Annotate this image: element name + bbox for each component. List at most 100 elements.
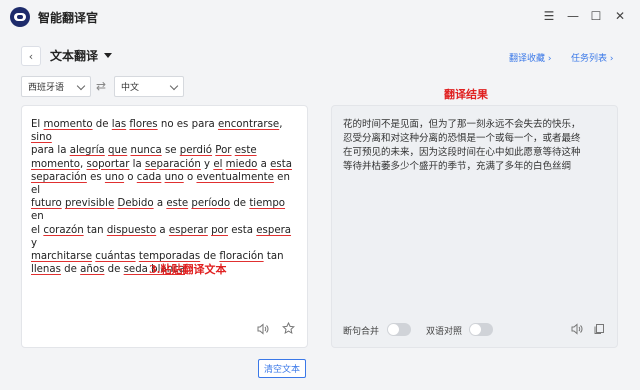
- flagged-word: tiempo: [249, 198, 286, 210]
- result-line: 在可预见的未来，因为这段时间在心中如此愿意等待这种: [343, 147, 581, 158]
- source-text-segment: tan: [263, 251, 284, 263]
- flagged-word: encontrarse: [217, 119, 280, 130]
- copy-icon[interactable]: [592, 322, 606, 336]
- flagged-word: años: [80, 264, 105, 276]
- flagged-word: Debido: [117, 198, 154, 210]
- flagged-word: flores: [129, 119, 158, 130]
- source-text-segment: de: [60, 264, 81, 276]
- flagged-word: esperar: [168, 224, 208, 236]
- flagged-word: previsible: [64, 198, 115, 210]
- source-text-segment: la: [129, 158, 145, 170]
- flagged-word: espera: [256, 224, 292, 236]
- source-line: para la alegría que nunca se perdió Por …: [31, 144, 299, 157]
- flagged-word: cada: [136, 171, 162, 183]
- source-language-value: 西班牙语: [28, 83, 65, 93]
- source-text-segment: no es para: [157, 119, 218, 130]
- source-line: futuro previsible Debido a este período …: [31, 197, 299, 223]
- source-text-segment: se: [161, 145, 180, 157]
- source-text-segment: a: [153, 198, 167, 210]
- source-text-segment: ,: [279, 119, 283, 130]
- source-text-segment: tan: [83, 224, 107, 236]
- source-text-segment: de: [104, 264, 124, 276]
- maximize-icon[interactable]: ☐: [588, 8, 604, 24]
- source-line: el corazón tan dispuesto a esperar por e…: [31, 224, 299, 250]
- target-language-select[interactable]: 中文: [114, 76, 184, 97]
- sentence-merge-toggle[interactable]: [387, 323, 411, 336]
- chevron-down-icon: [76, 81, 86, 91]
- source-text-segment: para la: [31, 145, 70, 157]
- favorites-link[interactable]: 翻译收藏 ›: [509, 51, 551, 64]
- source-text-segment: a: [257, 158, 271, 170]
- source-text-segment: El: [31, 119, 44, 130]
- flagged-word: período: [191, 198, 231, 210]
- source-text-segment: el: [31, 224, 44, 236]
- app-logo-icon: [10, 7, 30, 27]
- source-text-segment: y: [200, 158, 214, 170]
- caret-down-icon: [104, 53, 113, 58]
- task-list-link[interactable]: 任务列表 ›: [571, 51, 613, 64]
- back-button[interactable]: ‹: [21, 46, 41, 66]
- source-text-segment: o: [124, 171, 137, 183]
- page-title-dropdown[interactable]: 文本翻译: [50, 47, 113, 64]
- result-text: 花的时间不是见面，但为了那一刻永远不会失去的快乐， 忍受分离和对这种分离的恐惧是…: [343, 118, 611, 174]
- source-text-segment: esta: [227, 224, 257, 236]
- flagged-word: separación: [144, 158, 201, 170]
- flagged-word: miedo: [225, 158, 258, 170]
- clear-text-button[interactable]: 清空文本: [258, 359, 306, 378]
- title-bar: 智能翻译官 ☰ — ☐ ✕: [0, 0, 640, 34]
- flagged-word: sino: [31, 132, 52, 144]
- source-text-segment: y: [31, 237, 38, 249]
- sentence-merge-label: 断句合并: [343, 327, 380, 337]
- flagged-word: separación: [31, 171, 87, 183]
- flagged-word: las: [111, 119, 127, 130]
- source-line: separación es uno o cada uno o eventualm…: [31, 171, 299, 197]
- flagged-word: momento: [43, 119, 93, 130]
- source-text-segment: o: [183, 171, 197, 183]
- source-text-panel[interactable]: El momento de las flores no es para enco…: [21, 105, 308, 348]
- flagged-word: corazón: [43, 224, 84, 236]
- flagged-word: uno: [164, 171, 184, 183]
- source-text-segment: en: [31, 211, 44, 223]
- close-icon[interactable]: ✕: [612, 8, 628, 24]
- speaker-icon[interactable]: [570, 322, 584, 336]
- target-language-value: 中文: [121, 83, 140, 93]
- source-text-segment: es: [86, 171, 105, 183]
- flagged-word: soportar: [86, 158, 130, 170]
- flagged-word: nunca: [130, 145, 162, 157]
- flagged-word: este: [234, 145, 257, 157]
- bilingual-label: 双语对照: [426, 327, 463, 337]
- swap-languages-icon[interactable]: ⇄: [96, 80, 110, 92]
- flagged-word: por: [211, 224, 228, 236]
- source-language-select[interactable]: 西班牙语: [21, 76, 91, 97]
- star-icon[interactable]: [281, 321, 295, 335]
- result-line: 忍受分离和对这种分离的恐惧是一个或每一个，或者最终: [343, 133, 581, 144]
- paste-annotation: 3.粘贴翻译文本: [149, 263, 227, 276]
- flagged-word: que: [108, 145, 128, 157]
- flagged-word: perdió: [179, 145, 213, 157]
- source-line: El momento de las flores no es para enco…: [31, 118, 299, 144]
- menu-icon[interactable]: ☰: [541, 8, 557, 24]
- flagged-word: alegría: [69, 145, 105, 157]
- flagged-word: momento: [31, 158, 81, 170]
- app-title: 智能翻译官: [38, 11, 99, 25]
- flagged-word: futuro: [31, 198, 62, 210]
- bilingual-toggle[interactable]: [469, 323, 493, 336]
- page-title: 文本翻译: [50, 49, 99, 63]
- source-text-segment: de: [92, 119, 112, 130]
- flagged-word: eventualmente: [196, 171, 274, 183]
- result-label: 翻译结果: [444, 88, 488, 101]
- flagged-word: llenas: [31, 264, 61, 276]
- flagged-word: cuántas: [95, 251, 136, 263]
- flagged-word: uno: [104, 171, 125, 183]
- source-text-segment: a: [156, 224, 169, 236]
- result-line: 花的时间不是见面，但为了那一刻永远不会失去的快乐，: [343, 119, 581, 130]
- flagged-word: marchitarse: [31, 251, 93, 263]
- source-text-segment: de: [230, 198, 250, 210]
- chevron-down-icon: [169, 81, 179, 91]
- result-text-panel: 花的时间不是见面，但为了那一刻永远不会失去的快乐， 忍受分离和对这种分离的恐惧是…: [331, 105, 618, 348]
- flagged-word: dispuesto: [106, 224, 157, 236]
- speaker-icon[interactable]: [256, 322, 270, 336]
- source-text-area[interactable]: El momento de las flores no es para enco…: [31, 118, 299, 276]
- flagged-word: Por: [215, 145, 232, 157]
- minimize-icon[interactable]: —: [565, 8, 581, 24]
